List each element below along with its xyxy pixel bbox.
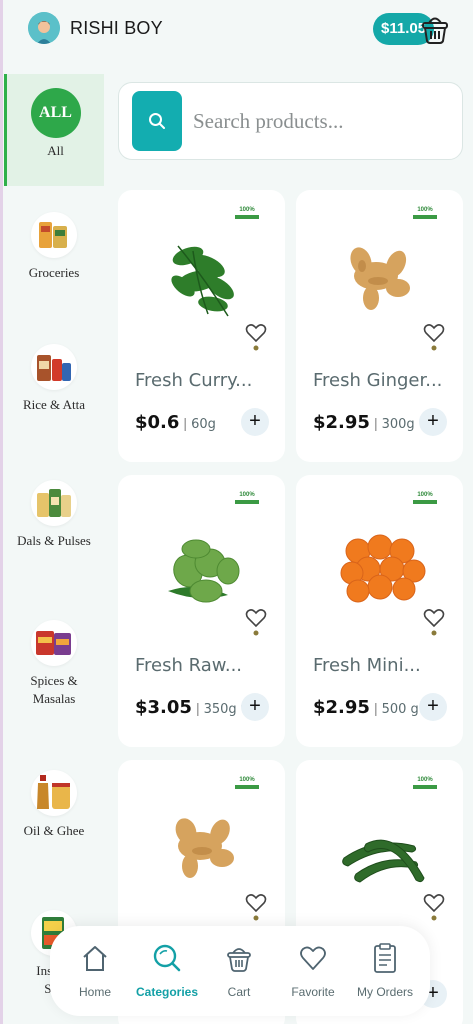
organic-badge: 100% bbox=[235, 206, 259, 222]
nav-home[interactable]: Home bbox=[60, 940, 130, 999]
favorite-heart-icon[interactable] bbox=[423, 892, 445, 922]
product-price: $3.05 bbox=[135, 697, 192, 718]
nav-cart[interactable]: Cart bbox=[204, 940, 274, 999]
search-icon bbox=[149, 113, 165, 129]
product-price: $2.95 bbox=[313, 697, 370, 718]
favorite-heart-icon[interactable] bbox=[423, 322, 445, 352]
search-bar bbox=[118, 82, 463, 160]
avatar-icon bbox=[28, 12, 60, 44]
nav-label: Home bbox=[78, 985, 111, 999]
product-card[interactable]: 100% Fresh Curry... $0.6 | 60g + bbox=[118, 190, 285, 462]
sidebar-item-label: Groceries bbox=[28, 265, 80, 280]
cucumber-image bbox=[326, 796, 434, 896]
add-to-cart-button[interactable]: + bbox=[419, 693, 447, 721]
home-icon bbox=[60, 940, 130, 976]
product-price: $0.6 bbox=[135, 412, 180, 433]
search-button[interactable] bbox=[132, 91, 182, 151]
favorite-heart-icon[interactable] bbox=[245, 607, 267, 637]
sidebar-item-label: Dals & Pulses bbox=[17, 533, 91, 548]
favorite-heart-icon[interactable] bbox=[245, 322, 267, 352]
add-to-cart-button[interactable]: + bbox=[241, 693, 269, 721]
sidebar-item-label: All bbox=[47, 143, 64, 158]
separator: | bbox=[195, 700, 200, 716]
add-to-cart-button[interactable]: + bbox=[419, 408, 447, 436]
sidebar-item-label: Rice & Atta bbox=[22, 397, 86, 412]
sidebar-item-dals-pulses[interactable]: Dals & Pulses bbox=[4, 480, 104, 550]
sidebar-item-label: Spices & bbox=[30, 673, 78, 688]
orders-clipboard-icon bbox=[350, 940, 420, 976]
ginger-image bbox=[326, 226, 434, 326]
heart-icon bbox=[278, 940, 348, 976]
oil-ghee-icon bbox=[31, 770, 77, 816]
bottom-navigation: Home Categories Cart Favorite My Orders bbox=[50, 926, 430, 1016]
sidebar-item-label: Oil & Ghee bbox=[23, 823, 85, 838]
product-quantity: 60g bbox=[191, 417, 216, 432]
curry-leaves-image bbox=[148, 226, 256, 326]
sidebar-item-label: Masalas bbox=[32, 691, 76, 706]
separator: | bbox=[373, 700, 378, 716]
user-name: RISHI BOY bbox=[70, 18, 163, 38]
groceries-icon bbox=[31, 212, 77, 258]
dals-pulses-icon bbox=[31, 480, 77, 526]
separator: | bbox=[183, 415, 188, 431]
product-price: $2.95 bbox=[313, 412, 370, 433]
nav-categories[interactable]: Categories bbox=[132, 940, 202, 999]
product-name: Fresh Raw... bbox=[135, 655, 243, 676]
organic-badge: 100% bbox=[235, 776, 259, 792]
app-header: RISHI BOY $11.05 bbox=[0, 0, 473, 64]
product-card[interactable]: 100% Fresh Raw... $3.05 | 350g to + bbox=[118, 475, 285, 747]
rice-atta-icon bbox=[31, 344, 77, 390]
product-name: Fresh Curry... bbox=[135, 370, 253, 391]
basket-icon[interactable] bbox=[420, 11, 450, 45]
ginger-image bbox=[148, 796, 256, 896]
nav-label: My Orders bbox=[356, 985, 413, 999]
organic-badge: 100% bbox=[413, 206, 437, 222]
favorite-heart-icon[interactable] bbox=[245, 892, 267, 922]
avatar[interactable] bbox=[28, 12, 60, 44]
categories-search-icon bbox=[132, 940, 202, 976]
product-card[interactable]: 100% Fresh Ginger... $2.95 | 300g + bbox=[296, 190, 463, 462]
nav-label: Categories bbox=[135, 985, 199, 999]
product-quantity: 300g bbox=[381, 417, 415, 432]
sidebar-item-all[interactable]: ALL All bbox=[4, 74, 104, 186]
favorite-heart-icon[interactable] bbox=[423, 607, 445, 637]
organic-badge: 100% bbox=[413, 776, 437, 792]
sidebar-item-groceries[interactable]: Groceries bbox=[4, 212, 104, 282]
search-input[interactable] bbox=[193, 105, 448, 137]
nav-my-orders[interactable]: My Orders bbox=[350, 940, 420, 999]
organic-badge: 100% bbox=[413, 491, 437, 507]
sidebar-item-spices-masalas[interactable]: Spices & Masalas bbox=[4, 620, 104, 708]
add-to-cart-button[interactable]: + bbox=[241, 408, 269, 436]
all-icon: ALL bbox=[30, 88, 81, 138]
product-name: Fresh Ginger... bbox=[313, 370, 443, 391]
basket-icon bbox=[204, 940, 274, 976]
spices-icon bbox=[31, 620, 77, 666]
product-card[interactable]: 100% Fresh Mini... $2.95 | 500 g (+ bbox=[296, 475, 463, 747]
organic-badge: 100% bbox=[235, 491, 259, 507]
mini-orange-image bbox=[326, 511, 434, 611]
sidebar-item-rice-atta[interactable]: Rice & Atta bbox=[4, 344, 104, 414]
product-name: Fresh Mini... bbox=[313, 655, 421, 676]
raw-mango-image bbox=[148, 511, 256, 611]
category-sidebar: ALL All Groceries Rice & Atta Dals & Pul… bbox=[0, 72, 106, 1024]
separator: | bbox=[373, 415, 378, 431]
nav-label: Favorite bbox=[291, 985, 335, 999]
nav-label: Cart bbox=[227, 985, 251, 999]
sidebar-item-oil-ghee[interactable]: Oil & Ghee bbox=[4, 770, 104, 840]
nav-favorite[interactable]: Favorite bbox=[278, 940, 348, 999]
